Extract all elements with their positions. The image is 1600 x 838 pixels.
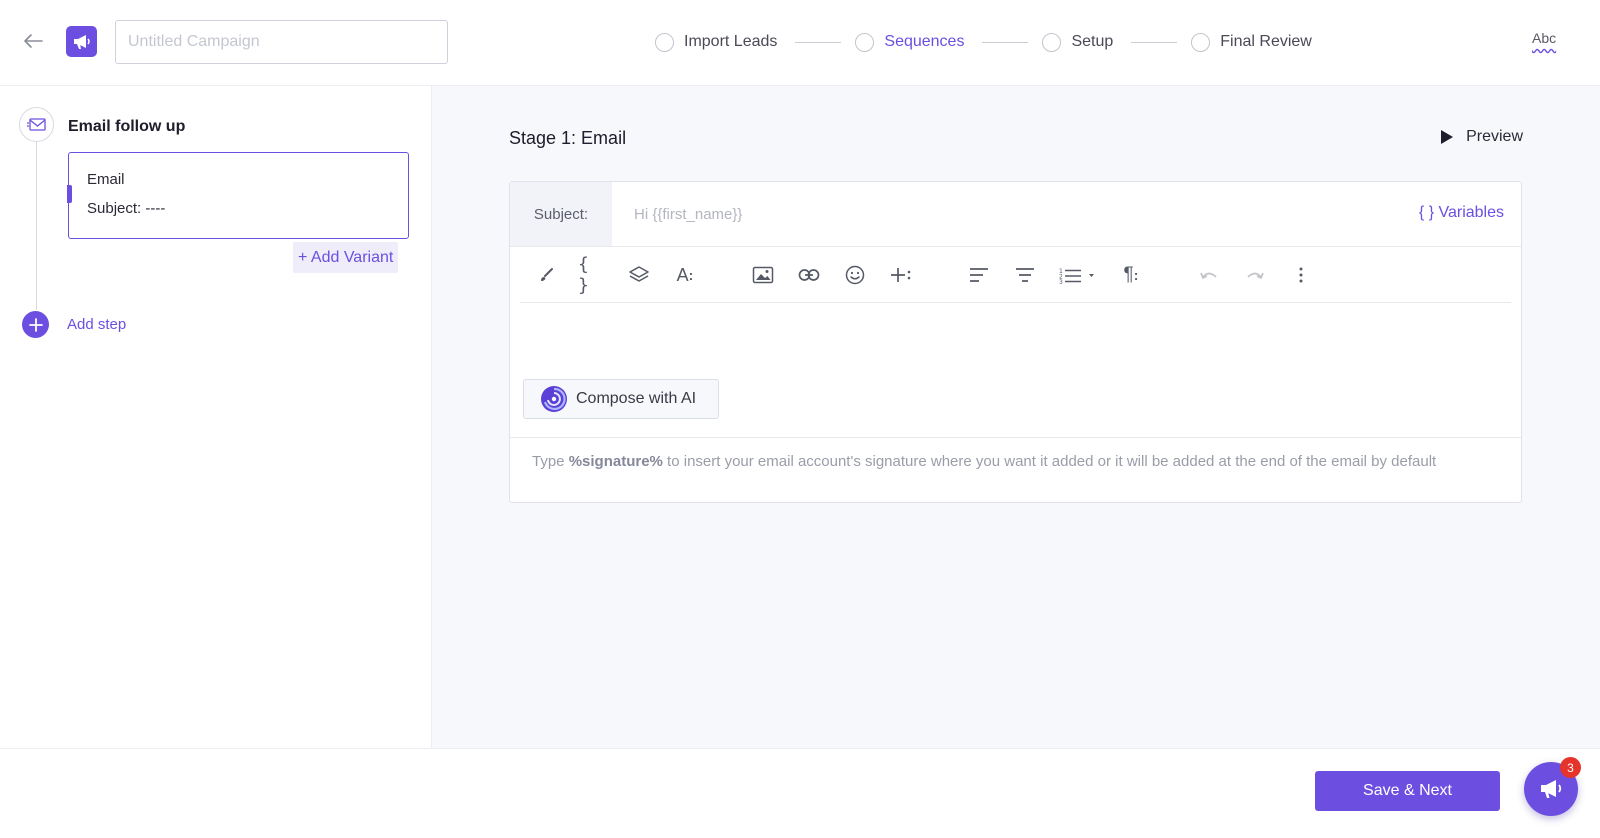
timeline-line bbox=[36, 142, 37, 310]
paragraph-icon[interactable]: ¶: bbox=[1116, 260, 1146, 290]
svg-text:3: 3 bbox=[1059, 279, 1063, 284]
emoji-icon[interactable] bbox=[840, 260, 870, 290]
align-center-icon[interactable] bbox=[1010, 260, 1040, 290]
add-step-button[interactable]: Add step bbox=[67, 316, 126, 333]
layers-icon[interactable] bbox=[624, 260, 654, 290]
redo-icon[interactable] bbox=[1240, 260, 1270, 290]
editor-toolbar: { } A: 1 2 3 ¶: bbox=[520, 248, 1511, 303]
step-label: Setup bbox=[1071, 33, 1114, 50]
compose-with-ai-button[interactable]: Compose with AI bbox=[523, 379, 719, 419]
undo-icon[interactable] bbox=[1194, 260, 1224, 290]
subject-label: Subject: bbox=[510, 182, 612, 246]
active-card-marker bbox=[67, 185, 72, 203]
preview-label: Preview bbox=[1466, 128, 1523, 145]
subject-row: Subject: { } Variables bbox=[510, 182, 1521, 247]
save-and-next-button[interactable]: Save & Next bbox=[1315, 771, 1500, 811]
top-header: Import Leads Sequences Setup Final Revie… bbox=[0, 0, 1600, 86]
bottom-footer: Save & Next 3 bbox=[0, 748, 1600, 838]
email-step-icon bbox=[19, 107, 54, 142]
step-radio-icon bbox=[1042, 32, 1062, 52]
step-radio-icon bbox=[1191, 32, 1211, 52]
email-editor: Subject: { } Variables { } A: bbox=[509, 181, 1522, 503]
link-icon[interactable] bbox=[794, 260, 824, 290]
campaign-name-input[interactable] bbox=[115, 20, 448, 64]
progress-stepper: Import Leads Sequences Setup Final Revie… bbox=[655, 30, 1312, 54]
step-sequences[interactable]: Sequences bbox=[855, 32, 965, 52]
step-radio-icon bbox=[655, 32, 674, 52]
image-icon[interactable] bbox=[748, 260, 778, 290]
step-connector bbox=[1131, 41, 1178, 43]
code-braces-icon[interactable]: { } bbox=[578, 254, 608, 296]
align-left-icon[interactable] bbox=[964, 260, 994, 290]
megaphone-logo-icon bbox=[66, 26, 97, 57]
add-step-plus-icon[interactable] bbox=[22, 311, 49, 338]
sequence-title: Email follow up bbox=[68, 118, 186, 135]
card-type-label: Email bbox=[87, 171, 125, 188]
subject-input[interactable] bbox=[612, 182, 1392, 246]
step-label: Sequences bbox=[884, 33, 965, 50]
sequence-panel: Email follow up Email Subject: ---- + Ad… bbox=[0, 86, 432, 748]
signature-hint-suffix: to insert your email account's signature… bbox=[662, 453, 1437, 470]
ai-swirl-icon bbox=[541, 386, 567, 412]
notification-badge: 3 bbox=[1560, 757, 1581, 778]
email-step-card[interactable]: Email Subject: ---- bbox=[67, 152, 409, 239]
preview-button[interactable]: Preview bbox=[1440, 128, 1523, 146]
compose-ai-label: Compose with AI bbox=[576, 390, 697, 407]
variables-button[interactable]: { } Variables bbox=[1419, 204, 1504, 222]
signature-hint: Type %signature% to insert your email ac… bbox=[510, 437, 1521, 503]
step-label: Final Review bbox=[1220, 33, 1312, 50]
text-size-icon[interactable]: A: bbox=[670, 260, 700, 290]
step-radio-icon bbox=[855, 32, 875, 52]
spellcheck-button[interactable]: Abc bbox=[1532, 30, 1556, 46]
step-import-leads[interactable]: Import Leads bbox=[655, 32, 778, 52]
step-setup[interactable]: Setup bbox=[1042, 32, 1114, 52]
more-vertical-icon[interactable] bbox=[1286, 260, 1316, 290]
signature-token: %signature% bbox=[568, 453, 663, 470]
back-arrow-icon[interactable] bbox=[20, 28, 46, 54]
numbered-list-icon[interactable]: 123 bbox=[1056, 260, 1106, 290]
signature-hint-prefix: Type bbox=[532, 453, 569, 470]
step-label: Import Leads bbox=[684, 33, 778, 50]
step-connector bbox=[795, 41, 842, 43]
add-variant-button[interactable]: + Add Variant bbox=[293, 242, 399, 273]
editor-panel: Stage 1: Email Preview Subject: { } Vari… bbox=[432, 86, 1600, 748]
insert-more-icon[interactable] bbox=[886, 260, 916, 290]
brush-icon[interactable] bbox=[532, 260, 562, 290]
step-connector bbox=[982, 41, 1029, 43]
card-subject-label: Subject: ---- bbox=[87, 200, 166, 217]
stage-title: Stage 1: Email bbox=[509, 128, 627, 148]
play-icon bbox=[1441, 130, 1454, 144]
step-final-review[interactable]: Final Review bbox=[1191, 32, 1312, 52]
